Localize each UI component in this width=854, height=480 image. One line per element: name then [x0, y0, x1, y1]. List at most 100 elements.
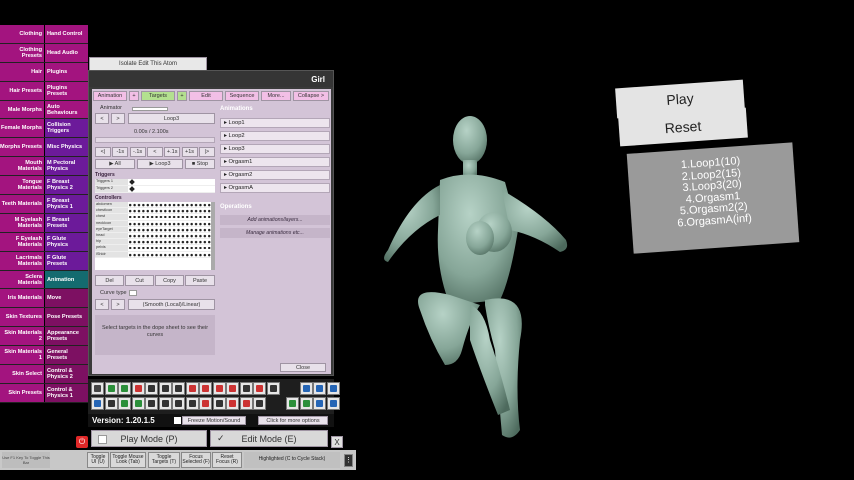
atom-tab-iris-materials[interactable]: Iris Materials [0, 289, 44, 308]
info-icon[interactable] [172, 382, 185, 395]
curve-type-toggle[interactable] [129, 290, 137, 296]
tab-sequence[interactable]: Sequence [225, 91, 259, 101]
keyframes[interactable] [128, 220, 215, 226]
copy-button[interactable]: Copy [155, 275, 184, 286]
save-green-icon[interactable] [131, 397, 145, 410]
animation-item[interactable]: ▸ Loop3 [220, 144, 330, 154]
atom-tab-f-eyelash-materials[interactable]: F Eyelash Materials [0, 232, 44, 251]
animation-item[interactable]: ▸ Orgasm1 [220, 157, 330, 167]
next-animation-button[interactable]: > [111, 113, 125, 124]
node-icon[interactable] [253, 397, 266, 410]
atom-tab-mouth-materials[interactable]: Mouth Materials [0, 157, 44, 176]
save-icon[interactable] [131, 382, 145, 395]
tab-edit[interactable]: Edit [189, 91, 223, 101]
atom-tab-hair[interactable]: Hair [0, 62, 44, 81]
scene-icon[interactable] [104, 382, 118, 395]
manage-animations-button[interactable]: Manage animations etc... [220, 228, 330, 238]
atom-tab-control-physics-1[interactable]: Control & Physics 1 [44, 383, 88, 402]
step-button[interactable]: <| [95, 147, 111, 157]
menu-icon[interactable] [91, 382, 104, 395]
step-button[interactable]: -1s [112, 147, 129, 157]
isolate-edit-button[interactable]: Isolate Edit This Atom [89, 57, 207, 71]
head-icon[interactable] [212, 382, 226, 395]
keyframes[interactable] [128, 239, 215, 245]
fullscreen-icon[interactable] [326, 382, 340, 395]
atom-tab-appearance-presets[interactable]: Appearance Presets [44, 327, 88, 346]
reset-focus-button[interactable]: Reset Focus (R) [212, 452, 242, 468]
atom-tab-sclera-materials[interactable]: Sclera Materials [0, 270, 44, 289]
toggle-ui-button[interactable]: Toggle UI (U) [87, 452, 109, 468]
play-mode-checkbox[interactable] [98, 435, 107, 444]
grid-icon[interactable] [212, 397, 226, 410]
atom-tab-plugins-presets[interactable]: Plugins Presets [44, 81, 88, 100]
atom-tab-f-glute-presets[interactable]: F Glute Presets [44, 251, 88, 270]
user-icon[interactable] [299, 382, 313, 395]
atom-tab-pose-presets[interactable]: Pose Presets [44, 308, 88, 327]
close-ui-button[interactable]: X [331, 436, 343, 448]
camera-icon[interactable] [145, 397, 158, 410]
move-icon[interactable] [313, 397, 326, 410]
freeze-motion-toggle[interactable]: Freeze Motion/Sound [182, 416, 246, 425]
atom-tab-control-physics-2[interactable]: Control & Physics 2 [44, 365, 88, 383]
atom-tab-f-breast-physics-2[interactable]: F Breast Physics 2 [44, 176, 88, 195]
atom-tab-move[interactable]: Move [44, 289, 88, 308]
toggle-mouse-look-button[interactable]: Toggle Mouse Look (Tab) [110, 452, 146, 468]
keyframes[interactable] [128, 208, 215, 214]
power-button[interactable]: ⏻ [76, 436, 88, 448]
animation-item[interactable]: ▸ Loop1 [220, 118, 330, 128]
user-red-icon[interactable] [239, 397, 253, 410]
atom-tab-male-morphs[interactable]: Male Morphs [0, 100, 44, 119]
step-button[interactable]: +1s [181, 147, 198, 157]
user-red-icon[interactable] [199, 397, 212, 410]
keyframes[interactable] [128, 232, 215, 239]
trigger-row[interactable]: Triggers 2 [95, 186, 215, 193]
star-icon[interactable] [104, 397, 118, 410]
curve-prev-button[interactable]: < [95, 299, 109, 310]
atom-tab-hair-presets[interactable]: Hair Presets [0, 81, 44, 100]
curve-next-button[interactable]: > [111, 299, 125, 310]
tools-icon[interactable] [326, 397, 340, 410]
more-options-button[interactable]: Click for more options [258, 416, 328, 425]
user-red-icon[interactable] [226, 397, 239, 410]
atom-tab-lacrimals-materials[interactable]: Lacrimals Materials [0, 251, 44, 270]
atom-tab-hand-control[interactable]: Hand Control [44, 25, 88, 43]
atom-tab-skin-materials-1[interactable]: Skin Materials 1 [0, 346, 44, 365]
keyframes[interactable] [128, 245, 215, 251]
atom-tab-m-eyelash-materials[interactable]: M Eyelash Materials [0, 213, 44, 232]
atom-tab-m-pectoral-physics[interactable]: M Pectoral Physics [44, 157, 88, 176]
current-animation-select[interactable]: Loop3 [128, 113, 215, 124]
play-mode-button[interactable]: Play Mode (P) [91, 430, 207, 447]
cursor-icon[interactable] [299, 397, 313, 410]
animation-item[interactable]: ▸ OrgasmA [220, 183, 330, 193]
focus-selected-button[interactable]: Focus Selected (F) [181, 452, 211, 468]
step-button[interactable]: |> [198, 147, 215, 157]
play-current-button[interactable]: ▶ Loop3 [137, 159, 183, 169]
atom-tab-head-audio[interactable]: Head Audio [44, 43, 88, 62]
animator-slider[interactable] [132, 107, 168, 111]
edit-mode-button[interactable]: ✓ Edit Mode (E) [210, 430, 328, 447]
atom-tab-tongue-materials[interactable]: Tongue Materials [0, 176, 44, 195]
atom-tab-misc-physics[interactable]: Misc Physics [44, 138, 88, 157]
step-button[interactable]: +.1s [164, 147, 181, 157]
toggle-targets-button[interactable]: Toggle Targets (T) [148, 452, 180, 468]
delete-button[interactable]: Del [95, 275, 124, 286]
dope-sheet[interactable]: abdomen chestIcon chest neckIcon eyeTarget he… [95, 202, 215, 270]
paste-button[interactable]: Paste [185, 275, 215, 286]
trigger-row[interactable]: Triggers 1 [95, 179, 215, 186]
atom-tab-skin-textures[interactable]: Skin Textures [0, 308, 44, 327]
book-icon[interactable] [172, 397, 185, 410]
atom-tab-collision-triggers[interactable]: Collision Triggers [44, 119, 88, 138]
grid-icon[interactable] [185, 397, 199, 410]
animation-item[interactable]: ▸ Orgasm2 [220, 170, 330, 180]
atom-tab-f-breast-presets[interactable]: F Breast Presets [44, 213, 88, 232]
prev-animation-button[interactable]: < [95, 113, 109, 124]
tab-targets[interactable]: Targets [141, 91, 175, 101]
user-icon[interactable] [253, 382, 266, 395]
refresh-icon[interactable] [286, 397, 299, 410]
collapse-button[interactable]: Collapse > [293, 91, 329, 101]
cut-button[interactable]: Cut [125, 275, 154, 286]
add-target-button[interactable]: + [177, 91, 187, 101]
stop-button[interactable]: ■ Stop [185, 159, 215, 169]
bar-menu-icon[interactable]: ⋮ [344, 454, 353, 467]
atom-tab-f-breast-physics-1[interactable]: F Breast Physics 1 [44, 195, 88, 213]
